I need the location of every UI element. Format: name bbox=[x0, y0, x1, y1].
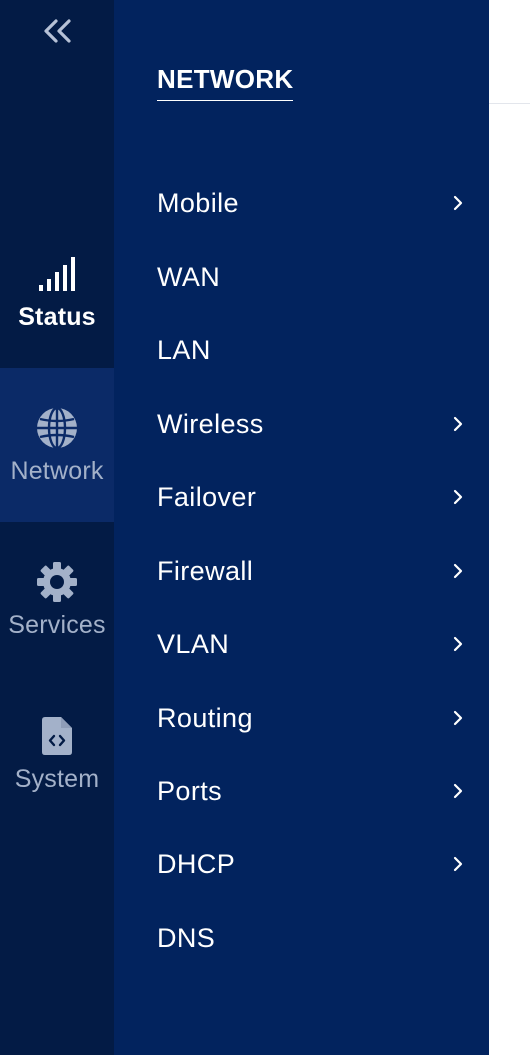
rail-item-services[interactable]: Services bbox=[0, 522, 114, 676]
menu-item-wireless[interactable]: Wireless bbox=[157, 399, 467, 449]
page-content-area bbox=[489, 104, 530, 1055]
menu-item-mobile[interactable]: Mobile bbox=[157, 178, 467, 228]
double-chevron-left-icon bbox=[44, 19, 71, 43]
chevron-right-icon bbox=[451, 195, 465, 211]
rail-label-status: Status bbox=[18, 302, 96, 331]
chevron-right-icon bbox=[451, 416, 465, 432]
globe-icon bbox=[34, 405, 80, 451]
chevron-right-icon bbox=[451, 636, 465, 652]
menu-label: Failover bbox=[157, 481, 257, 512]
menu-label: VLAN bbox=[157, 628, 230, 659]
chevron-right-icon bbox=[451, 489, 465, 505]
menu-label: Ports bbox=[157, 775, 223, 806]
gear-icon bbox=[34, 559, 80, 605]
chevron-right-icon bbox=[451, 783, 465, 799]
rail-label-services: Services bbox=[8, 610, 106, 639]
code-file-icon bbox=[34, 713, 80, 759]
icon-rail: Status Network Services System bbox=[0, 0, 114, 1055]
network-submenu-panel: NETWORK Mobile WAN LAN Wireless Failover… bbox=[114, 0, 489, 1055]
menu-label: DHCP bbox=[157, 848, 236, 879]
rail-label-system: System bbox=[14, 764, 100, 793]
menu-item-ports[interactable]: Ports bbox=[157, 766, 467, 816]
menu-item-routing[interactable]: Routing bbox=[157, 693, 467, 743]
panel-title: NETWORK bbox=[157, 64, 294, 101]
menu-label: Firewall bbox=[157, 555, 254, 586]
menu-label: Mobile bbox=[157, 187, 239, 218]
chevron-right-icon bbox=[451, 710, 465, 726]
menu-label: DNS bbox=[157, 922, 216, 953]
collapse-sidebar-button[interactable] bbox=[0, 0, 114, 62]
menu-item-lan[interactable]: LAN bbox=[157, 325, 467, 375]
chevron-right-icon bbox=[451, 563, 465, 579]
rail-item-status[interactable]: Status bbox=[0, 214, 114, 368]
menu-label: LAN bbox=[157, 334, 211, 365]
signal-bars-icon bbox=[34, 251, 80, 297]
menu-label: Wireless bbox=[157, 408, 264, 439]
menu-item-dns[interactable]: DNS bbox=[157, 913, 467, 963]
rail-item-system[interactable]: System bbox=[0, 676, 114, 830]
menu-item-failover[interactable]: Failover bbox=[157, 472, 467, 522]
rail-item-network[interactable]: Network bbox=[0, 368, 114, 522]
chevron-right-icon bbox=[451, 856, 465, 872]
menu-item-firewall[interactable]: Firewall bbox=[157, 546, 467, 596]
rail-label-network: Network bbox=[10, 456, 104, 485]
menu-label: Routing bbox=[157, 702, 253, 733]
menu-label: WAN bbox=[157, 261, 221, 292]
menu-item-wan[interactable]: WAN bbox=[157, 252, 467, 302]
menu-item-dhcp[interactable]: DHCP bbox=[157, 839, 467, 889]
page-header-bar bbox=[489, 0, 530, 104]
menu-item-vlan[interactable]: VLAN bbox=[157, 619, 467, 669]
